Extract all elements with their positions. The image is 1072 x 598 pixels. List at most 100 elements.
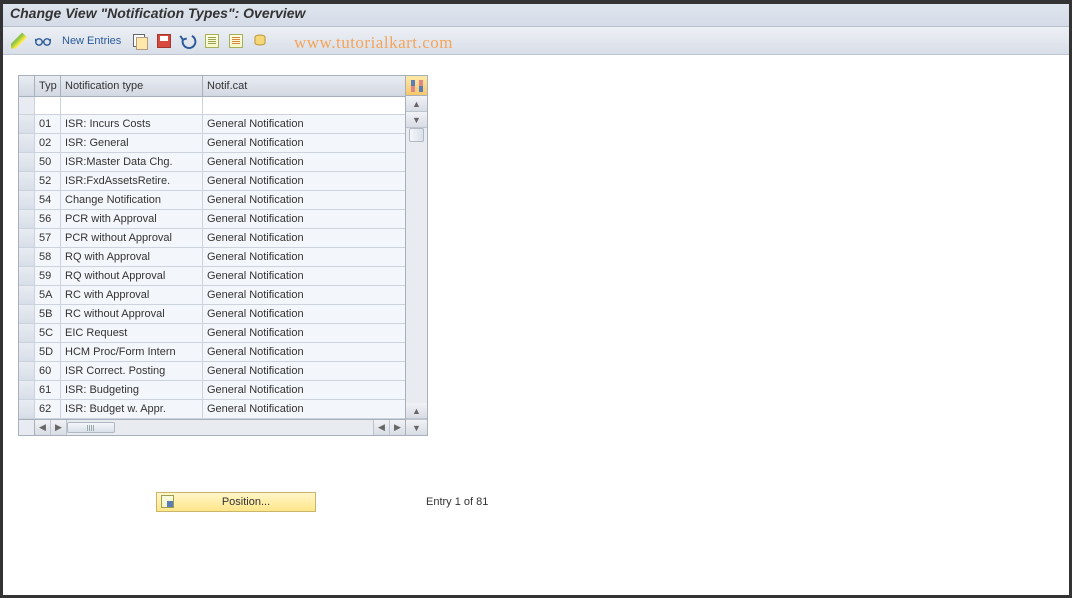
cell-typ[interactable]: 57: [35, 229, 61, 247]
row-selector[interactable]: [19, 229, 35, 247]
cell-typ[interactable]: 5B: [35, 305, 61, 323]
table-row[interactable]: 5BRC without ApprovalGeneral Notificatio…: [19, 305, 405, 324]
cell-notif-cat[interactable]: General Notification: [203, 115, 405, 133]
cell-typ[interactable]: 54: [35, 191, 61, 209]
filter-typ[interactable]: [35, 97, 61, 114]
cell-typ[interactable]: 60: [35, 362, 61, 380]
cell-notif-cat[interactable]: General Notification: [203, 210, 405, 228]
cell-typ[interactable]: 52: [35, 172, 61, 190]
cell-notification-type[interactable]: ISR Correct. Posting: [61, 362, 203, 380]
row-selector[interactable]: [19, 172, 35, 190]
column-notification-type[interactable]: Notification type: [61, 76, 203, 96]
cell-notification-type[interactable]: ISR: Budget w. Appr.: [61, 400, 203, 418]
cell-typ[interactable]: 58: [35, 248, 61, 266]
table-row[interactable]: 61ISR: BudgetingGeneral Notification: [19, 381, 405, 400]
cell-typ[interactable]: 50: [35, 153, 61, 171]
vscroll-up-end-button[interactable]: ▲: [406, 403, 427, 419]
row-selector[interactable]: [19, 324, 35, 342]
table-row[interactable]: 52ISR:FxdAssetsRetire.General Notificati…: [19, 172, 405, 191]
table-row[interactable]: 5ARC with ApprovalGeneral Notification: [19, 286, 405, 305]
cell-typ[interactable]: 5D: [35, 343, 61, 361]
vscroll-track[interactable]: [406, 128, 427, 403]
hscroll-right-step-button[interactable]: ▶: [51, 420, 67, 435]
cell-typ[interactable]: 59: [35, 267, 61, 285]
table-row[interactable]: 5CEIC RequestGeneral Notification: [19, 324, 405, 343]
print-icon[interactable]: [251, 32, 269, 50]
row-selector[interactable]: [19, 134, 35, 152]
row-selector[interactable]: [19, 343, 35, 361]
table-row[interactable]: 62ISR: Budget w. Appr.General Notificati…: [19, 400, 405, 419]
column-notif-cat[interactable]: Notif.cat: [203, 76, 405, 96]
select-all-icon[interactable]: [203, 32, 221, 50]
row-selector[interactable]: [19, 305, 35, 323]
filter-cat[interactable]: [203, 97, 405, 114]
cell-typ[interactable]: 56: [35, 210, 61, 228]
hscroll-right-end-button[interactable]: ▶: [389, 420, 405, 435]
table-row[interactable]: 5DHCM Proc/Form InternGeneral Notificati…: [19, 343, 405, 362]
cell-notification-type[interactable]: ISR: Budgeting: [61, 381, 203, 399]
cell-notif-cat[interactable]: General Notification: [203, 134, 405, 152]
cell-notification-type[interactable]: ISR:FxdAssetsRetire.: [61, 172, 203, 190]
hscroll-thumb[interactable]: [67, 422, 115, 433]
copy-icon[interactable]: [131, 32, 149, 50]
filter-sel[interactable]: [19, 97, 35, 114]
cell-notif-cat[interactable]: General Notification: [203, 381, 405, 399]
vscroll-down-step-button[interactable]: ▼: [406, 112, 427, 128]
save-icon[interactable]: [155, 32, 173, 50]
cell-notification-type[interactable]: ISR: General: [61, 134, 203, 152]
cell-notif-cat[interactable]: General Notification: [203, 267, 405, 285]
display-icon[interactable]: [34, 32, 52, 50]
cell-notification-type[interactable]: PCR without Approval: [61, 229, 203, 247]
row-selector[interactable]: [19, 267, 35, 285]
row-selector[interactable]: [19, 362, 35, 380]
cell-notif-cat[interactable]: General Notification: [203, 324, 405, 342]
cell-notif-cat[interactable]: General Notification: [203, 153, 405, 171]
table-row[interactable]: 02ISR: GeneralGeneral Notification: [19, 134, 405, 153]
hscroll-left-end-button[interactable]: ◀: [373, 420, 389, 435]
table-row[interactable]: 60ISR Correct. PostingGeneral Notificati…: [19, 362, 405, 381]
cell-notif-cat[interactable]: General Notification: [203, 229, 405, 247]
cell-notification-type[interactable]: RQ with Approval: [61, 248, 203, 266]
cell-notif-cat[interactable]: General Notification: [203, 362, 405, 380]
cell-typ[interactable]: 62: [35, 400, 61, 418]
table-row[interactable]: 01ISR: Incurs CostsGeneral Notification: [19, 115, 405, 134]
cell-notif-cat[interactable]: General Notification: [203, 248, 405, 266]
row-selector[interactable]: [19, 115, 35, 133]
change-icon[interactable]: [10, 32, 28, 50]
table-settings-button[interactable]: [406, 76, 427, 96]
filter-name[interactable]: [61, 97, 203, 114]
column-typ[interactable]: Typ: [35, 76, 61, 96]
table-row[interactable]: 57PCR without ApprovalGeneral Notificati…: [19, 229, 405, 248]
hscroll-track[interactable]: [67, 420, 373, 435]
row-selector[interactable]: [19, 191, 35, 209]
table-row[interactable]: 54Change NotificationGeneral Notificatio…: [19, 191, 405, 210]
deselect-all-icon[interactable]: [227, 32, 245, 50]
row-selector[interactable]: [19, 286, 35, 304]
table-row[interactable]: 58RQ with ApprovalGeneral Notification: [19, 248, 405, 267]
undo-icon[interactable]: [179, 32, 197, 50]
cell-notification-type[interactable]: EIC Request: [61, 324, 203, 342]
row-selector[interactable]: [19, 153, 35, 171]
cell-typ[interactable]: 61: [35, 381, 61, 399]
table-row[interactable]: 56PCR with ApprovalGeneral Notification: [19, 210, 405, 229]
cell-notification-type[interactable]: RQ without Approval: [61, 267, 203, 285]
cell-notif-cat[interactable]: General Notification: [203, 191, 405, 209]
cell-notif-cat[interactable]: General Notification: [203, 400, 405, 418]
cell-typ[interactable]: 5A: [35, 286, 61, 304]
column-selector[interactable]: [19, 76, 35, 96]
vscroll-down-end-button[interactable]: ▼: [406, 419, 427, 435]
cell-notification-type[interactable]: RC without Approval: [61, 305, 203, 323]
table-row[interactable]: 59RQ without ApprovalGeneral Notificatio…: [19, 267, 405, 286]
vscroll-thumb[interactable]: [409, 128, 424, 142]
row-selector[interactable]: [19, 248, 35, 266]
cell-notification-type[interactable]: Change Notification: [61, 191, 203, 209]
cell-notif-cat[interactable]: General Notification: [203, 172, 405, 190]
cell-notification-type[interactable]: RC with Approval: [61, 286, 203, 304]
new-entries-button[interactable]: New Entries: [58, 35, 125, 47]
cell-notification-type[interactable]: PCR with Approval: [61, 210, 203, 228]
cell-typ[interactable]: 5C: [35, 324, 61, 342]
row-selector[interactable]: [19, 381, 35, 399]
cell-notif-cat[interactable]: General Notification: [203, 286, 405, 304]
cell-notif-cat[interactable]: General Notification: [203, 305, 405, 323]
row-selector[interactable]: [19, 400, 35, 418]
